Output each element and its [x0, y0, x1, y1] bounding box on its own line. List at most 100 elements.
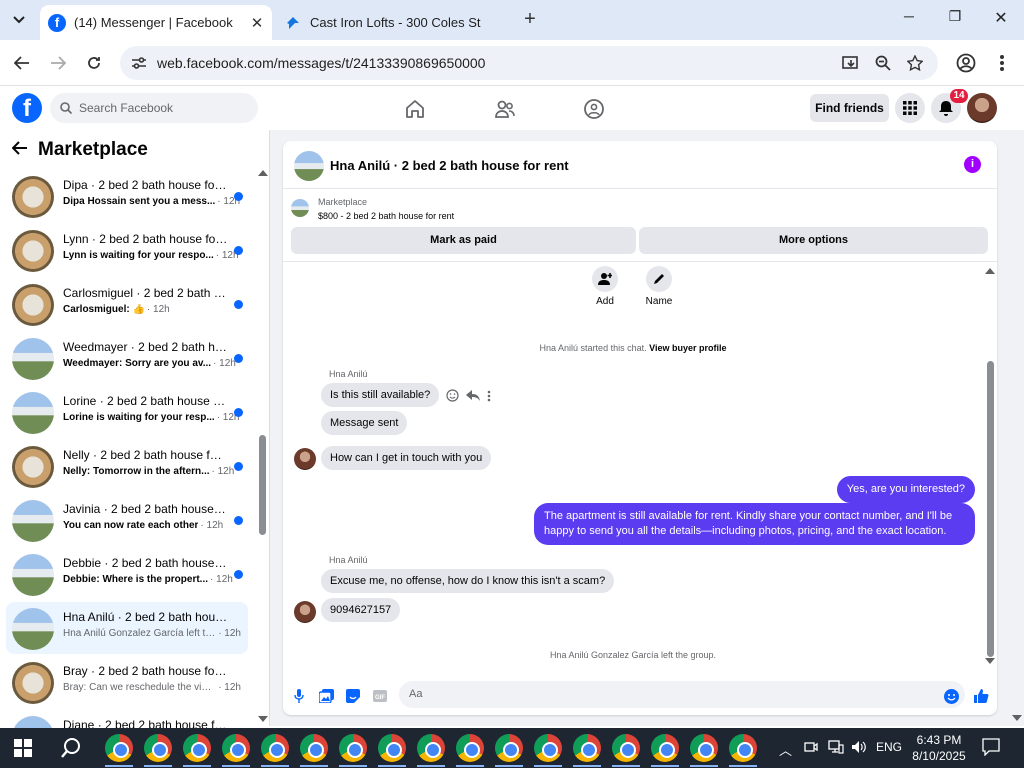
conversation-item[interactable]: Lorine · 2 bed 2 bath house fo... Lorine … — [6, 386, 248, 438]
sticker-icon[interactable] — [345, 688, 361, 704]
sender-avatar[interactable] — [294, 601, 316, 623]
find-friends-button[interactable]: Find friends — [810, 94, 889, 122]
new-tab-button[interactable]: + — [518, 9, 542, 31]
listing-title[interactable]: $800 - 2 bed 2 bath house for rent — [318, 211, 454, 221]
windows-start-icon[interactable] — [14, 739, 32, 757]
outgoing-message[interactable]: The apartment is still available for ren… — [534, 503, 975, 545]
minimize-button[interactable]: ─ — [886, 8, 932, 24]
chat-scrollbar[interactable] — [985, 266, 995, 666]
scroll-up-icon[interactable] — [985, 268, 995, 274]
reply-icon[interactable] — [466, 389, 480, 402]
volume-icon[interactable] — [851, 740, 867, 757]
tab-messenger[interactable]: f (14) Messenger | Facebook ✕ — [40, 5, 272, 40]
microphone-icon[interactable] — [291, 688, 307, 704]
close-tab-icon[interactable]: ✕ — [246, 14, 268, 32]
network-icon[interactable] — [828, 740, 844, 757]
page-scroll-down-icon[interactable] — [1012, 715, 1022, 721]
conversation-item[interactable]: Nelly · 2 bed 2 bath house for... Nelly: … — [6, 440, 248, 492]
conversation-item[interactable]: Javinia · 2 bed 2 bath house f... You can… — [6, 494, 248, 546]
conversation-item[interactable]: Dipa · 2 bed 2 bath house for ... Dipa Ho… — [6, 170, 248, 222]
address-bar[interactable]: web.facebook.com/messages/t/241333908696… — [120, 46, 938, 80]
outgoing-message[interactable]: Yes, are you interested? — [836, 476, 975, 503]
chrome-taskbar-icon[interactable] — [261, 734, 289, 762]
incoming-message[interactable]: Is this still available? — [321, 383, 440, 407]
meet-now-icon[interactable] — [804, 740, 818, 757]
reload-button[interactable] — [83, 52, 105, 74]
incoming-message[interactable]: Excuse me, no offense, how do I know thi… — [321, 569, 615, 593]
browser-menu-button[interactable] — [991, 52, 1013, 74]
chrome-taskbar-icon[interactable] — [534, 734, 562, 762]
chrome-taskbar-icon[interactable] — [456, 734, 484, 762]
chrome-taskbar-icon[interactable] — [417, 734, 445, 762]
chrome-taskbar-icon[interactable] — [300, 734, 328, 762]
sender-avatar[interactable] — [294, 448, 316, 470]
facebook-search-input[interactable]: Search Facebook — [50, 93, 258, 123]
install-app-icon[interactable] — [842, 54, 860, 72]
message-input[interactable]: Aa — [399, 681, 965, 708]
chrome-taskbar-icon[interactable] — [222, 734, 250, 762]
site-settings-icon[interactable] — [130, 54, 148, 72]
more-options-button[interactable]: More options — [639, 227, 988, 254]
emoji-icon[interactable] — [943, 688, 959, 704]
chrome-taskbar-icon[interactable] — [690, 734, 718, 762]
photo-icon[interactable] — [318, 688, 334, 704]
tab-cast-iron-lofts[interactable]: Cast Iron Lofts - 300 Coles St Je — [276, 5, 482, 40]
incoming-message[interactable]: 9094627157 — [321, 598, 401, 622]
chrome-taskbar-icon[interactable] — [573, 734, 601, 762]
profile-button[interactable] — [955, 52, 977, 74]
view-buyer-profile-link[interactable]: View buyer profile — [649, 343, 726, 353]
tab-search-button[interactable] — [6, 8, 32, 32]
conversation-item[interactable]: Lynn · 2 bed 2 bath house for ... Lynn is… — [6, 224, 248, 276]
chrome-taskbar-icon[interactable] — [378, 734, 406, 762]
incoming-message[interactable]: Message sent — [321, 411, 408, 435]
bookmark-star-icon[interactable] — [906, 54, 924, 72]
groups-nav-button[interactable] — [583, 98, 605, 120]
scroll-down-icon[interactable] — [258, 716, 268, 722]
conversation-item[interactable]: Weedmayer · 2 bed 2 bath ho... Weedmayer:… — [6, 332, 248, 384]
scroll-down-icon[interactable] — [985, 658, 995, 664]
mark-as-paid-button[interactable]: Mark as paid — [291, 227, 636, 254]
facebook-logo-icon[interactable]: f — [12, 93, 42, 123]
incoming-message[interactable]: How can I get in touch with you — [321, 446, 492, 470]
chrome-taskbar-icon[interactable] — [495, 734, 523, 762]
info-icon[interactable]: i — [964, 156, 981, 173]
chrome-taskbar-icon[interactable] — [612, 734, 640, 762]
back-arrow-icon[interactable] — [11, 138, 28, 161]
more-actions-icon[interactable] — [487, 390, 491, 402]
conversation-item[interactable]: Carlosmiguel · 2 bed 2 bath h... Carlosmi… — [6, 278, 248, 330]
chrome-taskbar-icon[interactable] — [651, 734, 679, 762]
chrome-taskbar-icon[interactable] — [183, 734, 211, 762]
chrome-taskbar-icon[interactable] — [339, 734, 367, 762]
chrome-taskbar-icon[interactable] — [144, 734, 172, 762]
friends-nav-button[interactable] — [494, 98, 516, 120]
scrollbar-thumb[interactable] — [987, 361, 994, 657]
home-nav-button[interactable] — [404, 98, 426, 120]
chrome-taskbar-icon[interactable] — [105, 734, 133, 762]
language-indicator[interactable]: ENG — [876, 740, 902, 754]
conversation-item[interactable]: Bray · 2 bed 2 bath house for re... Bray:… — [6, 656, 248, 708]
chrome-taskbar-icon[interactable] — [729, 734, 757, 762]
menu-grid-button[interactable] — [895, 93, 925, 123]
account-avatar[interactable] — [967, 93, 997, 123]
close-window-button[interactable]: ✕ — [978, 8, 1024, 28]
search-icon[interactable] — [60, 737, 82, 759]
notification-center-icon[interactable] — [982, 738, 1000, 759]
scroll-up-icon[interactable] — [258, 170, 268, 176]
gif-icon[interactable]: GIF — [372, 688, 388, 704]
restore-button[interactable]: ❐ — [932, 8, 978, 25]
thumbs-up-icon[interactable] — [973, 688, 989, 704]
listing-avatar[interactable] — [294, 151, 324, 181]
name-chat-button[interactable]: Name — [634, 266, 684, 307]
scrollbar-thumb[interactable] — [259, 435, 266, 535]
back-button[interactable] — [11, 52, 33, 74]
conversation-item[interactable]: Debbie · 2 bed 2 bath house f... Debbie: … — [6, 548, 248, 600]
sidebar-scrollbar[interactable] — [258, 170, 268, 726]
add-person-button[interactable]: Add — [580, 266, 630, 307]
forward-button[interactable] — [47, 52, 69, 74]
emoji-react-icon[interactable] — [446, 389, 459, 402]
listing-thumbnail[interactable] — [291, 199, 309, 217]
system-clock[interactable]: 6:43 PM 8/10/2025 — [904, 732, 974, 764]
tray-overflow-chevron-icon[interactable]: ︿ — [779, 740, 792, 759]
zoom-icon[interactable] — [874, 54, 892, 72]
conversation-item[interactable]: Hna Anilú · 2 bed 2 bath house ... Hna An… — [6, 602, 248, 654]
